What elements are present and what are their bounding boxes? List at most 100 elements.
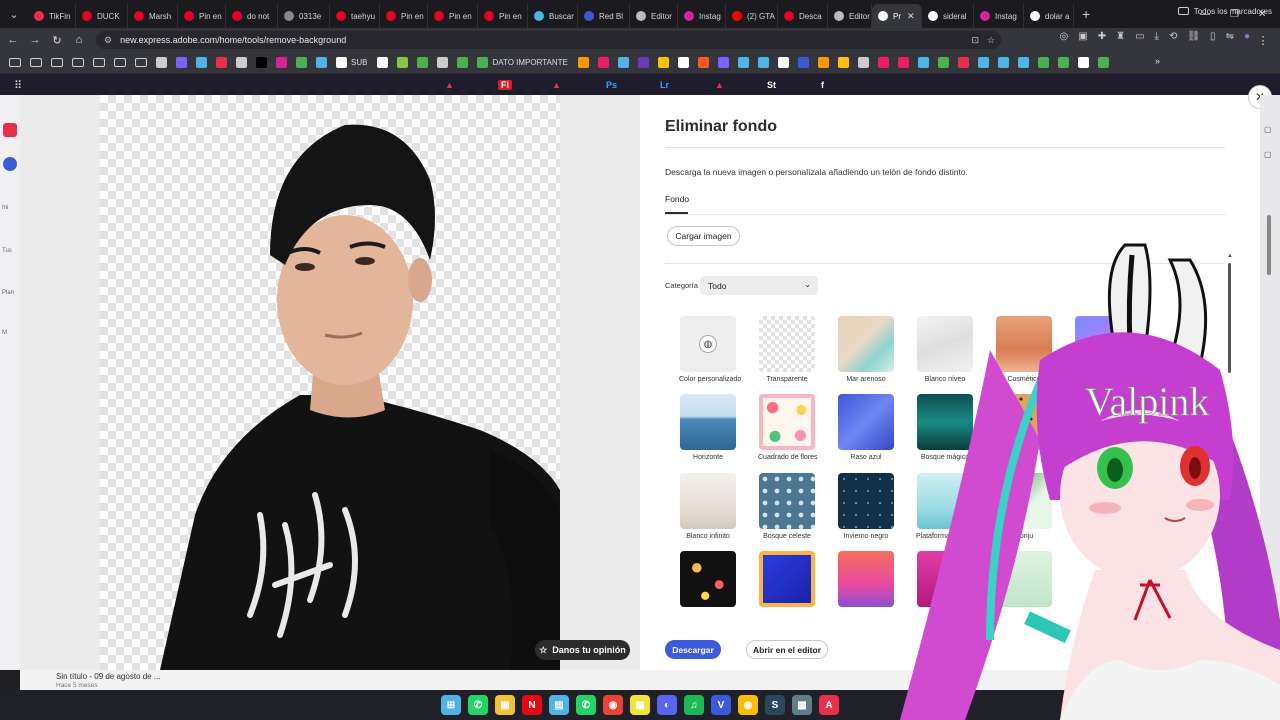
create-plus-button[interactable] — [3, 157, 17, 171]
bookmark-item[interactable] — [855, 54, 872, 72]
background-option[interactable]: Cosmético — [995, 316, 1053, 383]
chrome2-icon[interactable]: ◉ — [738, 695, 758, 715]
bookmark-star-icon[interactable]: ☆ — [987, 35, 995, 46]
browser-tab[interactable]: Pin en — [380, 4, 428, 28]
bookmark-item[interactable] — [835, 54, 852, 72]
browser-tab[interactable]: (2) GTA — [726, 4, 778, 28]
bookmark-item[interactable]: SUB — [333, 54, 370, 72]
background-option[interactable]: Raso azul — [837, 394, 895, 461]
all-bookmarks-button[interactable]: Todos los marcadores — [1177, 2, 1272, 20]
windows-icon[interactable]: ⊞ — [441, 695, 461, 715]
nav-plan[interactable]: Plan — [2, 290, 14, 296]
background-option[interactable]: Plataforma v azulad — [916, 473, 978, 540]
bookmark-item[interactable] — [273, 54, 290, 72]
bookmark-item[interactable] — [132, 54, 150, 72]
bookmark-item[interactable] — [213, 54, 230, 72]
bookmark-item[interactable] — [715, 54, 732, 72]
adobe-icon[interactable]: A — [819, 695, 839, 715]
panel-icon[interactable]: ▢ — [1264, 150, 1272, 159]
bookmark-item[interactable] — [253, 54, 270, 72]
apps-grid-icon[interactable]: ⠿ — [14, 79, 22, 92]
background-option[interactable]: Blanco níveo — [916, 316, 974, 383]
sidepanel-icon[interactable]: ▯ — [1210, 31, 1216, 42]
bookmark-item[interactable] — [1015, 54, 1032, 72]
bookmark-item[interactable] — [48, 54, 66, 72]
browser-tab[interactable]: Pin en — [478, 4, 528, 28]
spotify-icon[interactable]: ♫ — [684, 695, 704, 715]
background-option[interactable] — [1074, 316, 1132, 372]
whatsapp-badge-icon[interactable]: ✆ — [468, 695, 488, 715]
nav-more[interactable]: M — [2, 330, 7, 336]
category-dropdown[interactable]: Todo ⌄ — [700, 276, 818, 295]
background-option[interactable]: Bosque mágico — [916, 394, 974, 461]
bookmark-item[interactable] — [575, 54, 592, 72]
app-icon[interactable]: ▩ — [792, 695, 812, 715]
tab-close-icon[interactable]: ✕ — [907, 11, 915, 22]
browser-tab[interactable]: Red Bl — [578, 4, 630, 28]
tab-search-menu-icon[interactable]: ⌄ — [0, 0, 28, 28]
browser-tab[interactable]: sideral — [922, 4, 974, 28]
background-option[interactable]: Conju — [995, 473, 1053, 540]
bookmark-item[interactable] — [815, 54, 832, 72]
browser-tab[interactable]: Editor — [828, 4, 872, 28]
bookmark-item[interactable] — [595, 54, 612, 72]
chrome-icon[interactable]: ◉ — [603, 695, 623, 715]
browser-tab[interactable]: do not — [226, 4, 278, 28]
background-option[interactable]: ◍ Color personalizado — [679, 316, 741, 383]
upload-image-button[interactable]: Cargar imagen — [667, 226, 740, 246]
bookmark-item[interactable] — [795, 54, 812, 72]
browser-tab[interactable]: Pr ✕ — [872, 4, 922, 28]
bookmark-item[interactable] — [233, 54, 250, 72]
scroll-up-arrow-icon[interactable]: ▲ — [1227, 253, 1233, 259]
background-option[interactable]: Blanco infinito — [679, 473, 737, 540]
browser-tab[interactable]: Instag — [974, 4, 1024, 28]
browser-tab[interactable]: 0313e — [278, 4, 330, 28]
background-option[interactable]: Transparente — [758, 316, 816, 383]
adobe-app-icon[interactable]: ▲ — [445, 80, 454, 90]
adobe-app-icon[interactable]: Fi — [498, 80, 512, 90]
background-option[interactable] — [837, 551, 895, 607]
bookmark-item[interactable] — [193, 54, 210, 72]
browser-tab[interactable]: taehyu — [330, 4, 380, 28]
bookmark-item[interactable] — [90, 54, 108, 72]
browser-tab[interactable]: Desca — [778, 4, 828, 28]
background-option[interactable] — [679, 551, 737, 607]
bookmark-item[interactable] — [1095, 54, 1112, 72]
netflix-icon[interactable]: N — [522, 695, 542, 715]
bookmark-item[interactable] — [1055, 54, 1072, 72]
discord-icon[interactable]: ◐ — [657, 695, 677, 715]
whatsapp-icon[interactable]: ✆ — [576, 695, 596, 715]
link-icon[interactable]: ⛓ — [1187, 31, 1200, 42]
bookmark-item[interactable] — [735, 54, 752, 72]
browser-tab[interactable]: Marsh — [128, 4, 178, 28]
browser-tab[interactable]: Pin en — [428, 4, 478, 28]
bookmark-item[interactable] — [374, 54, 391, 72]
panel-scrollbar-thumb[interactable] — [1228, 263, 1231, 373]
background-option[interactable] — [758, 551, 816, 607]
reload-icon[interactable]: ↻ — [46, 34, 68, 47]
bookmark-item[interactable] — [935, 54, 952, 72]
forward-icon[interactable]: → — [24, 34, 46, 46]
bookmark-item[interactable] — [915, 54, 932, 72]
bookmark-item[interactable] — [775, 54, 792, 72]
bookmark-item[interactable] — [69, 54, 87, 72]
install-icon[interactable]: ⊡ — [971, 35, 979, 46]
extension-icon[interactable]: ♜ — [1116, 31, 1125, 42]
tab-background[interactable]: Fondo — [665, 194, 689, 204]
bookmark-item[interactable] — [635, 54, 652, 72]
background-option[interactable] — [916, 551, 974, 607]
background-option[interactable]: Invierno negro — [837, 473, 895, 540]
download-button[interactable]: Descargar — [665, 640, 721, 659]
files-icon[interactable]: ▤ — [549, 695, 569, 715]
bookmark-item[interactable] — [755, 54, 772, 72]
profile-avatar[interactable]: ● — [1244, 31, 1250, 42]
bookmark-item[interactable] — [695, 54, 712, 72]
extension-icon[interactable]: ⟲ — [1169, 31, 1177, 42]
page-scrollbar-thumb[interactable] — [1267, 215, 1271, 275]
bookmark-item[interactable] — [655, 54, 672, 72]
adobe-app-icon[interactable]: ▲ — [552, 80, 561, 90]
browser-tab[interactable]: DUCK — [76, 4, 128, 28]
panel-icon[interactable]: ▢ — [1264, 125, 1272, 134]
back-icon[interactable]: ← — [2, 34, 24, 46]
new-tab-button[interactable]: + — [1074, 6, 1098, 22]
